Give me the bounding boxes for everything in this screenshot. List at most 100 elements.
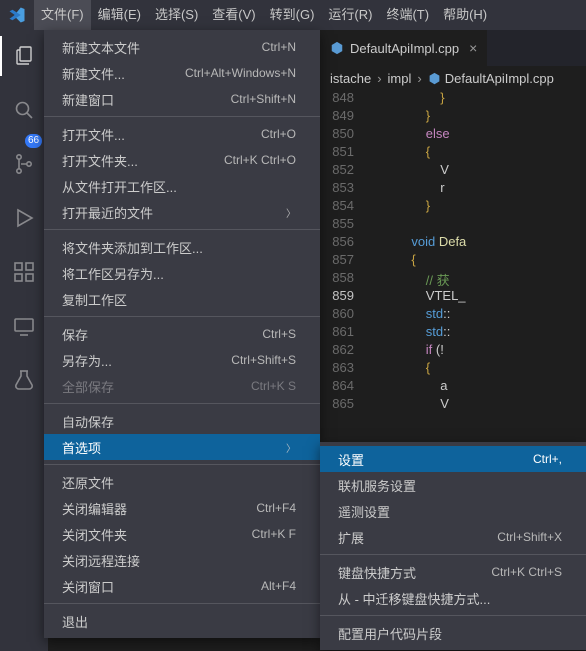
file-menu-item[interactable]: 关闭编辑器Ctrl+F4 [44, 495, 320, 521]
code-content[interactable]: void Defa [368, 234, 466, 252]
code-content[interactable]: // 获 [368, 270, 450, 288]
editor-line[interactable]: 856 void Defa [320, 234, 586, 252]
breadcrumb[interactable]: istache› impl› DefaultApiImpl.cpp [320, 66, 586, 90]
code-content[interactable]: else [368, 126, 450, 144]
menu-帮助(H)[interactable]: 帮助(H) [436, 0, 494, 30]
code-content[interactable]: } [368, 108, 430, 126]
chevron-right-icon: › [417, 71, 421, 86]
menu-选择(S)[interactable]: 选择(S) [148, 0, 205, 30]
file-menu: 新建文本文件Ctrl+N新建文件...Ctrl+Alt+Windows+N新建窗… [44, 30, 320, 638]
code-content[interactable]: } [368, 198, 430, 216]
menu-separator [320, 615, 586, 616]
close-icon[interactable]: × [469, 40, 477, 56]
menu-查看(V)[interactable]: 查看(V) [205, 0, 262, 30]
testing-icon[interactable] [0, 360, 48, 400]
editor-line[interactable]: 855 [320, 216, 586, 234]
extensions-icon[interactable] [0, 252, 48, 292]
code-content[interactable]: } [368, 90, 445, 108]
editor-line[interactable]: 851 { [320, 144, 586, 162]
code-content[interactable]: std:: [368, 324, 450, 342]
file-menu-item[interactable]: 关闭窗口Alt+F4 [44, 573, 320, 599]
prefs-menu-item[interactable]: 联机服务设置 [320, 472, 586, 498]
editor-line[interactable]: 852 V [320, 162, 586, 180]
prefs-menu-item[interactable]: 配置用户代码片段 [320, 620, 586, 646]
file-menu-item[interactable]: 新建窗口Ctrl+Shift+N [44, 86, 320, 112]
editor-line[interactable]: 853 r [320, 180, 586, 198]
menu-运行(R)[interactable]: 运行(R) [321, 0, 379, 30]
source-control-icon[interactable] [0, 144, 48, 184]
menu-item-label: 从文件打开工作区... [62, 177, 177, 196]
file-menu-item[interactable]: 从文件打开工作区... [44, 173, 320, 199]
code-content[interactable]: a [368, 378, 447, 396]
line-number: 856 [320, 234, 368, 252]
explorer-icon[interactable] [0, 36, 48, 76]
file-menu-item[interactable]: 新建文本文件Ctrl+N [44, 34, 320, 60]
menu-文件(F)[interactable]: 文件(F) [34, 0, 91, 30]
code-content[interactable]: V [368, 396, 449, 414]
file-menu-item[interactable]: 另存为...Ctrl+Shift+S [44, 347, 320, 373]
shortcut-label: Ctrl+K S [251, 379, 296, 393]
menu-终端(T)[interactable]: 终端(T) [379, 0, 436, 30]
editor-tab[interactable]: DefaultApiImpl.cpp × [320, 30, 487, 66]
file-menu-item[interactable]: 自动保存 [44, 408, 320, 434]
editor-line[interactable]: 860 std:: [320, 306, 586, 324]
file-menu-item[interactable]: 打开文件夹...Ctrl+K Ctrl+O [44, 147, 320, 173]
line-number: 849 [320, 108, 368, 126]
editor-line[interactable]: 861 std:: [320, 324, 586, 342]
prefs-menu-item[interactable]: 遥测设置 [320, 498, 586, 524]
run-debug-icon[interactable] [0, 198, 48, 238]
editor-line[interactable]: 854 } [320, 198, 586, 216]
editor-line[interactable]: 864 a [320, 378, 586, 396]
menu-separator [44, 403, 320, 404]
file-menu-item[interactable]: 关闭文件夹Ctrl+K F [44, 521, 320, 547]
code-content[interactable]: std:: [368, 306, 450, 324]
remote-icon[interactable] [0, 306, 48, 346]
menu-separator [44, 603, 320, 604]
chevron-right-icon: 〉 [286, 440, 296, 455]
cpp-file-icon [428, 72, 441, 85]
file-menu-item[interactable]: 新建文件...Ctrl+Alt+Windows+N [44, 60, 320, 86]
code-content[interactable]: r [368, 180, 445, 198]
menu-转到(G)[interactable]: 转到(G) [263, 0, 322, 30]
editor-line[interactable]: 863 { [320, 360, 586, 378]
code-content[interactable]: { [368, 252, 416, 270]
editor-line[interactable]: 849 } [320, 108, 586, 126]
file-menu-item[interactable]: 保存Ctrl+S [44, 321, 320, 347]
file-menu-item[interactable]: 打开文件...Ctrl+O [44, 121, 320, 147]
file-menu-item[interactable]: 全部保存Ctrl+K S [44, 373, 320, 399]
prefs-menu-item[interactable]: 键盘快捷方式Ctrl+K Ctrl+S [320, 559, 586, 585]
editor-line[interactable]: 859 VTEL_ [320, 288, 586, 306]
editor-line[interactable]: 862 if (! [320, 342, 586, 360]
code-content[interactable]: V [368, 162, 449, 180]
prefs-menu-item[interactable]: 扩展Ctrl+Shift+X [320, 524, 586, 550]
prefs-menu-item[interactable]: 从 - 中迁移键盘快捷方式... [320, 585, 586, 611]
code-content[interactable]: if (! [368, 342, 444, 360]
breadcrumb-seg[interactable]: DefaultApiImpl.cpp [445, 71, 554, 86]
menu-item-label: 还原文件 [62, 473, 114, 492]
line-number: 862 [320, 342, 368, 360]
editor-line[interactable]: 850 else [320, 126, 586, 144]
editor-line[interactable]: 857 { [320, 252, 586, 270]
breadcrumb-seg[interactable]: impl [388, 71, 412, 86]
file-menu-item[interactable]: 打开最近的文件〉 [44, 199, 320, 225]
file-menu-item[interactable]: 首选项〉 [44, 434, 320, 460]
code-content[interactable]: { [368, 144, 430, 162]
editor-line[interactable]: 848 } [320, 90, 586, 108]
file-menu-item[interactable]: 退出 [44, 608, 320, 634]
menu-编辑(E)[interactable]: 编辑(E) [91, 0, 148, 30]
menu-item-label: 关闭文件夹 [62, 525, 127, 544]
code-content[interactable]: { [368, 360, 430, 378]
menu-item-label: 关闭窗口 [62, 577, 114, 596]
file-menu-item[interactable]: 关闭远程连接 [44, 547, 320, 573]
prefs-menu-item[interactable]: 设置Ctrl+, [320, 446, 586, 472]
search-icon[interactable] [0, 90, 48, 130]
editor-line[interactable]: 858 // 获 [320, 270, 586, 288]
editor-line[interactable]: 865 V [320, 396, 586, 414]
file-menu-item[interactable]: 将工作区另存为... [44, 260, 320, 286]
file-menu-item[interactable]: 将文件夹添加到工作区... [44, 234, 320, 260]
file-menu-item[interactable]: 还原文件 [44, 469, 320, 495]
breadcrumb-seg[interactable]: istache [330, 71, 371, 86]
menu-item-label: 关闭编辑器 [62, 499, 127, 518]
code-content[interactable]: VTEL_ [368, 288, 466, 306]
file-menu-item[interactable]: 复制工作区 [44, 286, 320, 312]
